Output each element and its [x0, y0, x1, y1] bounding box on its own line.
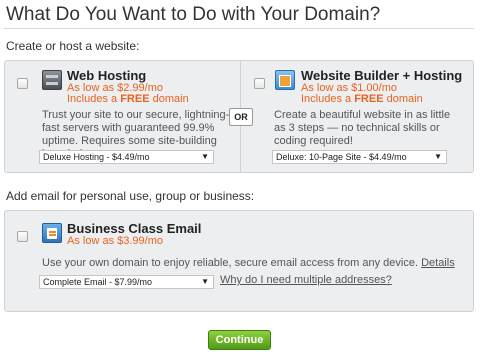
- web-hosting-promo-prefix: Includes a: [67, 93, 121, 105]
- server-icon: [42, 70, 62, 90]
- email-options-panel: Business Class Email As low as $3.99/mo …: [4, 210, 474, 312]
- website-builder-promo-prefix: Includes a: [301, 93, 355, 105]
- continue-button[interactable]: Continue: [208, 330, 271, 350]
- website-builder-name: Website Builder + Hosting: [301, 68, 463, 83]
- website-section-label: Create or host a website:: [6, 39, 140, 53]
- web-hosting-plan-value: Deluxe Hosting - $4.49/mo: [43, 152, 150, 162]
- web-hosting-name: Web Hosting: [67, 68, 147, 83]
- website-builder-option: Website Builder + Hosting As low as $1.0…: [241, 61, 475, 172]
- web-hosting-promo-suffix: domain: [149, 93, 189, 105]
- chevron-down-icon: ▼: [201, 277, 209, 286]
- multiple-addresses-help-link[interactable]: Why do I need multiple addresses?: [220, 274, 392, 286]
- business-email-checkbox[interactable]: [17, 231, 28, 242]
- business-email-description-text: Use your own domain to enjoy reliable, s…: [42, 257, 419, 269]
- website-options-panel: Web Hosting As low as $2.99/mo Includes …: [4, 60, 474, 173]
- web-hosting-checkbox[interactable]: [17, 78, 28, 89]
- email-icon: [42, 223, 62, 243]
- web-hosting-plan-select[interactable]: Deluxe Hosting - $4.49/mo ▼: [39, 150, 214, 164]
- website-builder-promo-free: FREE: [354, 93, 384, 105]
- chevron-down-icon: ▼: [201, 152, 209, 161]
- website-builder-promo-suffix: domain: [383, 93, 423, 105]
- or-badge: OR: [229, 108, 253, 126]
- business-email-description: Use your own domain to enjoy reliable, s…: [42, 257, 472, 270]
- website-builder-checkbox[interactable]: [254, 78, 265, 89]
- website-builder-plan-value: Deluxe: 10-Page Site - $4.49/mo: [276, 152, 407, 162]
- website-builder-description: Create a beautiful website in as little …: [274, 109, 451, 147]
- email-section-label: Add email for personal use, group or bus…: [6, 189, 255, 203]
- details-link[interactable]: Details: [421, 257, 455, 269]
- website-builder-promo: Includes a FREE domain: [301, 93, 423, 105]
- web-hosting-promo-free: FREE: [120, 93, 150, 105]
- web-hosting-option: Web Hosting As low as $2.99/mo Includes …: [5, 61, 240, 172]
- business-email-name: Business Class Email: [67, 221, 202, 236]
- business-email-plan-value: Complete Email - $7.99/mo: [43, 277, 153, 287]
- chevron-down-icon: ▼: [434, 152, 442, 161]
- page-title: What Do You Want to Do with Your Domain?: [6, 4, 381, 25]
- website-builder-plan-select[interactable]: Deluxe: 10-Page Site - $4.49/mo ▼: [272, 150, 447, 164]
- business-email-price: As low as $3.99/mo: [67, 235, 163, 247]
- web-hosting-promo: Includes a FREE domain: [67, 93, 189, 105]
- title-divider: [4, 28, 474, 29]
- business-email-plan-select[interactable]: Complete Email - $7.99/mo ▼: [39, 275, 214, 289]
- website-builder-icon: [275, 70, 295, 90]
